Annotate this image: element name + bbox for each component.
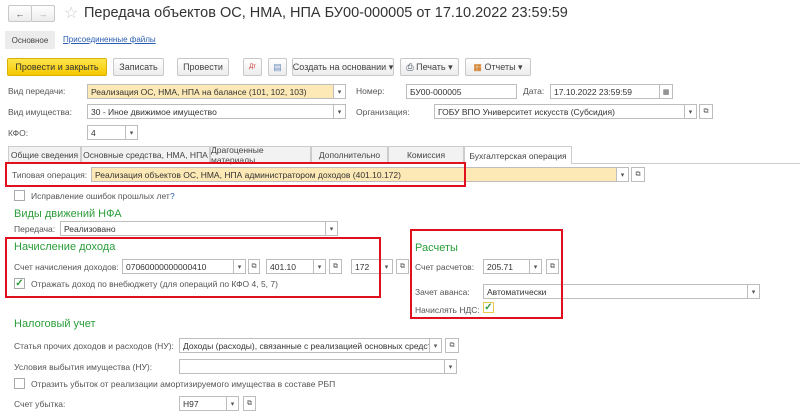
- back-button[interactable]: ←: [8, 5, 32, 22]
- conditions-label: Условия выбытия имущества (НУ):: [14, 362, 153, 372]
- loss-account-field[interactable]: Н97: [179, 396, 227, 411]
- tax-item-label: Статья прочих доходов и расходов (НУ):: [14, 341, 174, 351]
- number-label: Номер:: [356, 86, 385, 96]
- open-icon[interactable]: ⧉: [396, 259, 409, 274]
- open-icon[interactable]: ⧉: [243, 396, 256, 411]
- document-list-icon[interactable]: ▤: [268, 58, 287, 76]
- open-icon[interactable]: ⧉: [445, 338, 459, 353]
- loss-label: Отразить убыток от реализации амортизиру…: [31, 379, 336, 389]
- organization-field[interactable]: ГОБУ ВПО Университет искусств (Субсидия): [434, 104, 685, 119]
- dropdown-button[interactable]: ▾: [381, 259, 393, 274]
- dropdown-button[interactable]: ▾: [445, 359, 457, 374]
- fix-errors-label: Исправление ошибок прошлых лет: [31, 191, 170, 201]
- save-button[interactable]: Записать: [113, 58, 164, 76]
- date-label: Дата:: [523, 86, 545, 96]
- kfo-label: КФО:: [8, 128, 29, 138]
- dropdown-button[interactable]: ▾: [430, 338, 442, 353]
- loss-checkbox[interactable]: [14, 378, 25, 389]
- date-field[interactable]: 17.10.2022 23:59:59: [550, 84, 660, 99]
- conditions-field[interactable]: [179, 359, 445, 374]
- tab-attached-files[interactable]: Присоединенные файлы: [63, 35, 156, 44]
- report-icon: ▦: [473, 61, 482, 72]
- calendar-icon[interactable]: ▦: [660, 84, 673, 99]
- post-and-close-button[interactable]: Провести и закрыть: [7, 58, 107, 76]
- help-icon[interactable]: ?: [170, 191, 175, 201]
- tab-fixed-assets[interactable]: Основные средства, НМА, НПА: [81, 146, 210, 163]
- dt-kt-icon[interactable]: Дт: [243, 58, 262, 76]
- nfa-heading: Виды движений НФА: [14, 208, 122, 220]
- property-type-label: Вид имущества:: [8, 107, 72, 117]
- tab-general[interactable]: Общие сведения: [8, 146, 81, 163]
- open-icon[interactable]: ⧉: [699, 104, 713, 119]
- tab-commission[interactable]: Комиссия: [388, 146, 464, 163]
- tab-precious-materials[interactable]: Драгоценные материалы: [210, 145, 311, 165]
- number-field[interactable]: БУ00-000005: [406, 84, 517, 99]
- tab-main[interactable]: Основное: [5, 31, 55, 49]
- post-button[interactable]: Провести: [177, 58, 229, 76]
- forward-button[interactable]: →: [31, 5, 55, 22]
- transfer-type-label: Вид передачи:: [8, 86, 66, 96]
- printer-icon: ⎙: [406, 61, 414, 72]
- tab-accounting-operation[interactable]: Бухгалтерская операция: [464, 146, 572, 164]
- fix-errors-checkbox[interactable]: [14, 190, 25, 201]
- dropdown-button[interactable]: ▾: [748, 284, 760, 299]
- dropdown-button[interactable]: ▾: [334, 84, 346, 99]
- highlight-box: [5, 162, 466, 187]
- tax-item-field[interactable]: Доходы (расходы), связанные с реализацие…: [179, 338, 430, 353]
- transfer-field[interactable]: Реализовано: [60, 221, 326, 236]
- transfer-label: Передача:: [14, 224, 56, 234]
- property-type-field[interactable]: 30 - Иное движимое имущество: [87, 104, 334, 119]
- dropdown-button[interactable]: ▾: [685, 104, 697, 119]
- dropdown-button[interactable]: ▾: [227, 396, 239, 411]
- highlight-box: [5, 237, 381, 298]
- create-based-on-button[interactable]: Создать на основании ▾: [292, 58, 394, 76]
- loss-account-label: Счет убытка:: [14, 399, 66, 409]
- dropdown-button[interactable]: ▾: [334, 104, 346, 119]
- chevron-down-icon: ▾: [388, 61, 394, 72]
- organization-label: Организация:: [356, 107, 410, 117]
- open-icon[interactable]: ⧉: [631, 167, 645, 182]
- dropdown-button[interactable]: ▾: [617, 167, 629, 182]
- tabs-baseline: [572, 163, 800, 164]
- highlight-box: [410, 229, 563, 319]
- favorite-star-icon[interactable]: ☆: [64, 3, 78, 23]
- transfer-type-field[interactable]: Реализация ОС, НМА, НПА на балансе (101,…: [87, 84, 334, 99]
- dropdown-button[interactable]: ▾: [326, 221, 338, 236]
- tax-heading: Налоговый учет: [14, 318, 96, 330]
- tab-additional[interactable]: Дополнительно: [311, 146, 388, 163]
- dropdown-button[interactable]: ▾: [126, 125, 138, 140]
- print-button[interactable]: ⎙ Печать ▾: [400, 58, 459, 76]
- kfo-field[interactable]: 4: [87, 125, 126, 140]
- reports-button[interactable]: ▦ Отчеты ▾: [465, 58, 531, 76]
- window-title: Передача объектов ОС, НМА, НПА БУ00-0000…: [84, 5, 568, 21]
